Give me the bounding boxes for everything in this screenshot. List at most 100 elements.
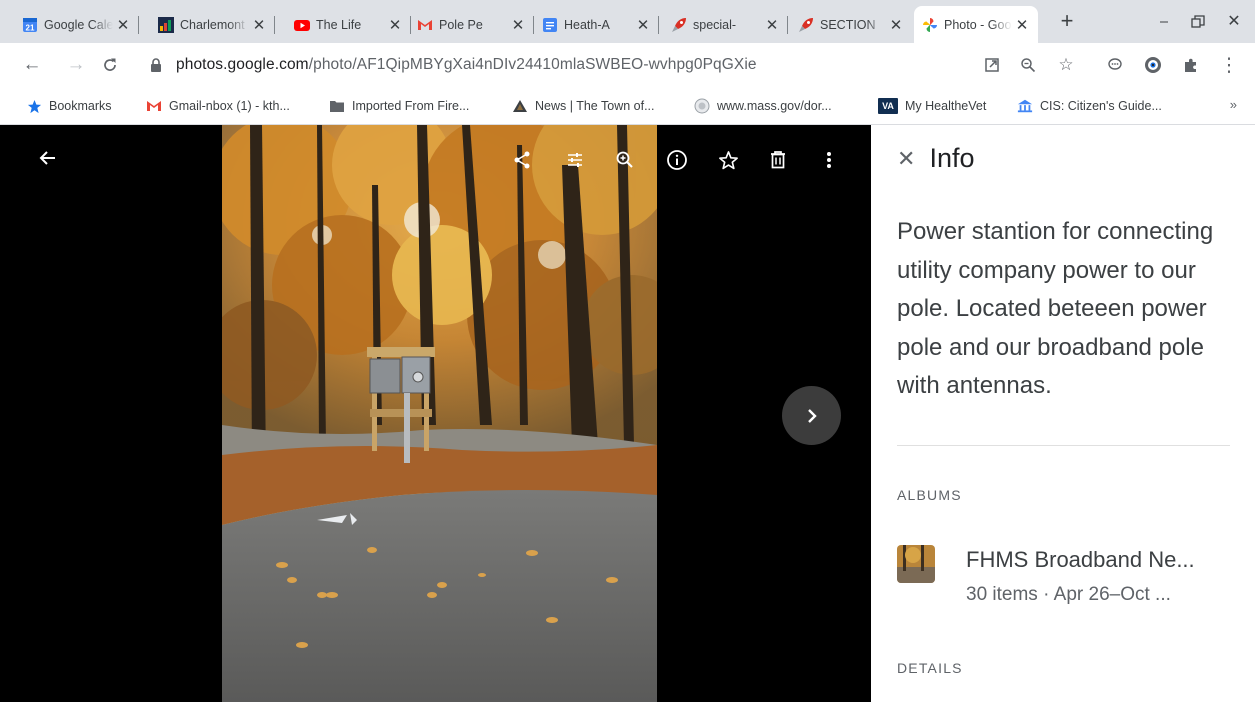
extension-chat-icon[interactable]: [1102, 52, 1128, 78]
tab-gmail-pole[interactable]: Pole Pe ✕: [409, 6, 534, 43]
town-icon: [512, 98, 528, 114]
bookmark-item[interactable]: News | The Town of...: [512, 96, 655, 116]
tab-close-icon[interactable]: ✕: [764, 16, 780, 34]
gmail-icon: [417, 17, 433, 33]
info-header: ✕ Info: [897, 143, 974, 174]
rocket-icon: [798, 17, 814, 33]
star-icon: [26, 98, 42, 114]
seal-icon: [694, 98, 710, 114]
url-path: /photo/AF1QipMBYgXai4nDIv24410mlaSWBEO-w…: [308, 56, 757, 73]
bookmark-label: Bookmarks: [49, 99, 112, 113]
info-panel: ✕ Info Power stantion for connecting uti…: [871, 125, 1255, 702]
details-section-label: DETAILS: [897, 660, 963, 676]
tab-charlemont[interactable]: Charlemont ✕: [150, 6, 275, 43]
youtube-icon: [294, 17, 310, 33]
address-bar[interactable]: photos.google.com/photo/AF1QipMBYgXai4nD…: [140, 50, 1100, 80]
tab-title: special-: [693, 17, 737, 32]
bookmark-star-icon[interactable]: ☆: [1053, 52, 1079, 78]
gmail-icon: [146, 98, 162, 114]
tab-close-icon[interactable]: ✕: [115, 16, 131, 34]
share-icon[interactable]: [507, 145, 537, 175]
tab-title: Heath-A: [564, 17, 610, 32]
bookmark-label: www.mass.gov/dor...: [717, 99, 832, 113]
next-photo-button[interactable]: [782, 386, 841, 445]
zoom-icon[interactable]: [1015, 52, 1041, 78]
menu-kebab-icon[interactable]: ⋮: [1216, 52, 1242, 78]
tab-title: SECTION: [820, 17, 876, 32]
window-close-icon[interactable]: ✕: [1216, 8, 1252, 36]
bookmarks-bar: Bookmarks Gmail-nbox (1) - kth... Import…: [0, 87, 1255, 125]
tab-close-icon[interactable]: ✕: [635, 16, 651, 34]
folder-icon: [329, 98, 345, 114]
chevron-right-icon: [807, 408, 817, 423]
forward-icon[interactable]: →: [62, 51, 90, 79]
albums-section-label: ALBUMS: [897, 487, 962, 503]
calendar-icon: 21: [22, 17, 38, 33]
favorite-star-icon[interactable]: [713, 145, 743, 175]
tab-close-icon[interactable]: ✕: [387, 16, 403, 34]
tab-youtube[interactable]: The Life ✕: [286, 6, 411, 43]
tab-close-icon[interactable]: ✕: [251, 16, 267, 34]
minimize-icon[interactable]: ⎯: [1146, 8, 1182, 36]
rocket-icon: [671, 17, 687, 33]
photo-viewer: [0, 125, 871, 702]
va-icon: VA: [878, 98, 898, 114]
new-tab-button[interactable]: +: [1055, 10, 1079, 34]
album-count: 30 items: [966, 584, 1038, 605]
divider: [897, 445, 1230, 446]
tab-title: Pole Pe: [439, 17, 483, 32]
more-options-icon[interactable]: [814, 145, 844, 175]
bookmark-label: Imported From Fire...: [352, 99, 470, 113]
album-dates: Apr 26–Oct ...: [1053, 584, 1171, 605]
info-title: Info: [929, 143, 975, 173]
url-text: photos.google.com/photo/AF1QipMBYgXai4nD…: [176, 56, 757, 74]
browser-toolbar: ← → photos.google.com/photo/AF1QipMBYgXa…: [0, 43, 1255, 87]
photo-image[interactable]: [222, 125, 657, 702]
extension-eye-icon[interactable]: [1140, 52, 1166, 78]
reload-icon[interactable]: [96, 51, 124, 79]
bookmark-item[interactable]: Bookmarks: [26, 96, 112, 116]
bookmark-label: Gmail-nbox (1) - kth...: [169, 99, 290, 113]
bookmark-label: CIS: Citizen's Guide...: [1040, 99, 1162, 113]
photos-icon: [922, 17, 938, 33]
bookmark-item[interactable]: www.mass.gov/dor...: [694, 96, 832, 116]
bookmark-label: News | The Town of...: [535, 99, 655, 113]
edit-adjust-icon[interactable]: [560, 145, 590, 175]
close-info-icon[interactable]: ✕: [897, 146, 915, 172]
bookmark-item[interactable]: VA My HealtheVet: [878, 96, 986, 116]
bookmark-item[interactable]: Gmail-nbox (1) - kth...: [146, 96, 290, 116]
tab-photo-active[interactable]: Photo - Google ✕: [914, 6, 1038, 43]
extensions-puzzle-icon[interactable]: [1178, 52, 1204, 78]
bookmark-item[interactable]: CIS: Citizen's Guide...: [1017, 96, 1162, 116]
tab-close-icon[interactable]: ✕: [888, 16, 904, 34]
tab-strip: 21 Google Calendar ✕ Charlemont ✕ The Li…: [0, 0, 1255, 43]
tab-close-icon[interactable]: ✕: [1014, 16, 1030, 34]
tab-title: Photo - Google: [944, 17, 1012, 32]
album-thumbnail: [897, 545, 935, 583]
url-host: photos.google.com: [176, 56, 309, 73]
tab-google-calendar[interactable]: 21 Google Calendar ✕: [14, 6, 139, 43]
photo-description[interactable]: Power stantion for connecting utility co…: [897, 213, 1237, 406]
back-icon[interactable]: ←: [18, 51, 46, 79]
back-arrow-icon[interactable]: [33, 143, 63, 173]
delete-trash-icon[interactable]: [763, 145, 793, 175]
bookmark-label: My HealtheVet: [905, 99, 987, 113]
album-meta: 30 items · Apr 26–Oct ...: [966, 584, 1171, 605]
tab-heath-doc[interactable]: Heath-A ✕: [534, 6, 659, 43]
docs-icon: [542, 17, 558, 33]
tab-close-icon[interactable]: ✕: [510, 16, 526, 34]
bookmark-item[interactable]: Imported From Fire...: [329, 96, 469, 116]
info-icon[interactable]: [662, 145, 692, 175]
building-icon: [1017, 98, 1033, 114]
album-item[interactable]: FHMS Broadband Ne... 30 items · Apr 26–O…: [897, 545, 1247, 615]
open-in-app-icon[interactable]: [979, 52, 1005, 78]
tab-title: Google Calendar: [44, 17, 113, 32]
bookmarks-overflow-button[interactable]: »: [1230, 97, 1237, 112]
tab-section[interactable]: SECTION ✕: [790, 6, 912, 43]
tab-title: Charlemont: [180, 17, 245, 32]
tab-special[interactable]: special- ✕: [663, 6, 788, 43]
tab-title: The Life: [316, 17, 362, 32]
lock-icon: [148, 57, 164, 73]
restore-icon[interactable]: [1180, 8, 1216, 36]
zoom-in-icon[interactable]: [610, 145, 640, 175]
